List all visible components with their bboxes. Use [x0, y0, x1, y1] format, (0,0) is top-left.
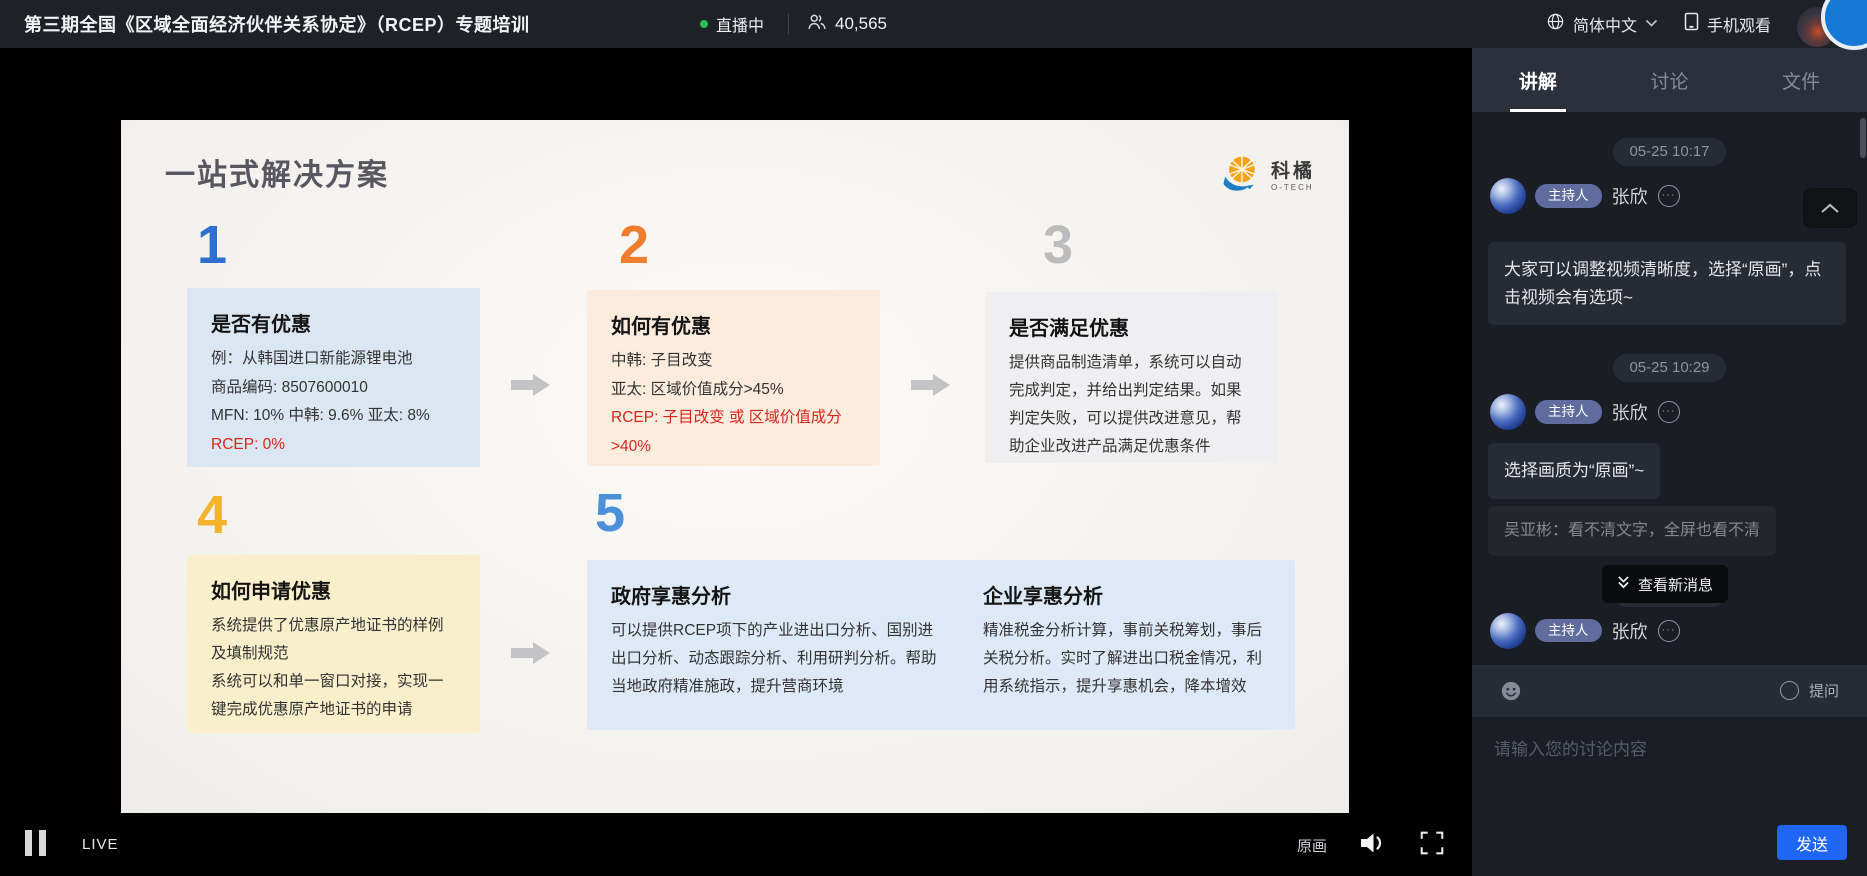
- host-badge: 主持人: [1535, 400, 1602, 424]
- user-name: 张欣: [1612, 183, 1648, 209]
- live-status-badge: 直播中: [700, 12, 764, 36]
- step-number-3: 3: [1043, 218, 1073, 272]
- side-panel: 讲解 讨论 文件 05-25 10:17 主持人 张欣 ··· 大家可以调整视频…: [1472, 48, 1867, 876]
- host-badge: 主持人: [1535, 619, 1602, 643]
- viewers-icon: [806, 11, 828, 38]
- step-number-5: 5: [595, 486, 625, 540]
- step-number-2: 2: [619, 218, 649, 272]
- view-new-messages-button[interactable]: 查看新消息: [1602, 565, 1728, 603]
- tab-discussion[interactable]: 讨论: [1604, 48, 1736, 112]
- avatar: [1490, 178, 1526, 214]
- chat-message-bubble: 大家可以调整视频清晰度，选择“原画”，点击视频会有选项~: [1488, 242, 1846, 325]
- radio-circle-icon: [1780, 681, 1799, 700]
- avatar: [1490, 613, 1526, 649]
- player-controls: LIVE 原画: [0, 812, 1472, 876]
- step-number-4: 4: [197, 488, 227, 542]
- slide-step-3-box: 是否满足优惠 提供商品制造清单，系统可以自动完成判定，并给出判定结果。如果判定失…: [985, 292, 1278, 463]
- discussion-input[interactable]: [1472, 717, 1867, 817]
- brand-logo: 科橘 O-TECH: [1219, 152, 1315, 201]
- phone-icon: [1684, 12, 1699, 36]
- scroll-up-button[interactable]: [1803, 188, 1857, 228]
- more-icon[interactable]: ···: [1658, 620, 1680, 642]
- live-indicator: LIVE: [82, 836, 119, 853]
- slide-step-4-box: 如何申请优惠 系统提供了优惠原产地证书的样例及填制规范 系统可以和单一窗口对接，…: [187, 555, 480, 733]
- divider: [788, 14, 789, 34]
- chat-message-bubble: 选择画质为“原画”~: [1488, 443, 1660, 499]
- top-bar: 第三期全国《区域全面经济伙伴关系协定》（RCEP）专题培训 直播中 40,565: [0, 0, 1867, 48]
- mobile-view-button[interactable]: 手机观看: [1684, 12, 1771, 36]
- slide-step-1-box: 是否有优惠 例：从韩国进口新能源锂电池 商品编码: 8507600010 MFN…: [187, 288, 480, 467]
- viewer-count: 40,565: [806, 11, 887, 38]
- chat-timestamp: 05-25 10:29: [1613, 354, 1725, 382]
- arrow-right-icon: [911, 372, 951, 398]
- logo-icon: [1219, 152, 1263, 201]
- more-icon[interactable]: ···: [1658, 185, 1680, 207]
- app-window: 第三期全国《区域全面经济伙伴关系协定》（RCEP）专题培训 直播中 40,565: [0, 0, 1867, 876]
- emoji-icon[interactable]: [1500, 680, 1522, 707]
- language-selector[interactable]: 简体中文: [1546, 12, 1658, 36]
- page-title: 第三期全国《区域全面经济伙伴关系协定》（RCEP）专题培训: [24, 11, 530, 37]
- composer: 发送: [1472, 717, 1867, 876]
- send-button[interactable]: 发送: [1777, 825, 1847, 860]
- tab-explain[interactable]: 讲解: [1472, 48, 1604, 112]
- panel-tabs: 讲解 讨论 文件: [1472, 48, 1867, 112]
- slide-step-2-box: 如何有优惠 中韩: 子目改变 亚太: 区域价值成分>45% RCEP: 子目改变…: [587, 290, 880, 466]
- step-number-1: 1: [197, 218, 227, 272]
- host-badge: 主持人: [1535, 184, 1602, 208]
- slide-step-5-box: 政府享惠分析 可以提供RCEP项下的产业进出口分析、国别进出口分析、动态跟踪分析…: [587, 560, 1295, 730]
- composer-toolbar: 提问: [1472, 665, 1867, 717]
- scrollbar[interactable]: [1860, 118, 1866, 158]
- globe-icon: [1546, 12, 1565, 36]
- arrow-right-icon: [511, 372, 551, 398]
- arrow-right-icon: [511, 640, 551, 666]
- slide-content: 一站式解决方案 科橘 O-TECH: [121, 120, 1349, 813]
- more-icon[interactable]: ···: [1658, 401, 1680, 423]
- slide-title: 一站式解决方案: [165, 150, 389, 194]
- chat-user-row: 主持人 张欣 ···: [1490, 611, 1867, 651]
- chat-quote-bubble: 吴亚彬：看不清文字，全屏也看不清: [1488, 506, 1776, 556]
- chat-user-row: 主持人 张欣 ···: [1490, 392, 1867, 432]
- user-name: 张欣: [1612, 618, 1648, 644]
- avatar: [1490, 394, 1526, 430]
- live-dot-icon: [700, 20, 708, 28]
- double-chevron-down-icon: [1617, 575, 1630, 594]
- chat-timestamp: 05-25 10:17: [1613, 138, 1725, 166]
- tab-files[interactable]: 文件: [1735, 48, 1867, 112]
- video-player[interactable]: 一站式解决方案 科橘 O-TECH: [0, 48, 1472, 876]
- pause-button[interactable]: [25, 830, 46, 856]
- user-name: 张欣: [1612, 399, 1648, 425]
- fullscreen-icon[interactable]: [1419, 831, 1445, 860]
- volume-icon[interactable]: [1358, 830, 1388, 861]
- quality-button[interactable]: 原画: [1297, 835, 1327, 856]
- ask-question-toggle[interactable]: 提问: [1780, 680, 1839, 701]
- chevron-down-icon: [1645, 15, 1658, 33]
